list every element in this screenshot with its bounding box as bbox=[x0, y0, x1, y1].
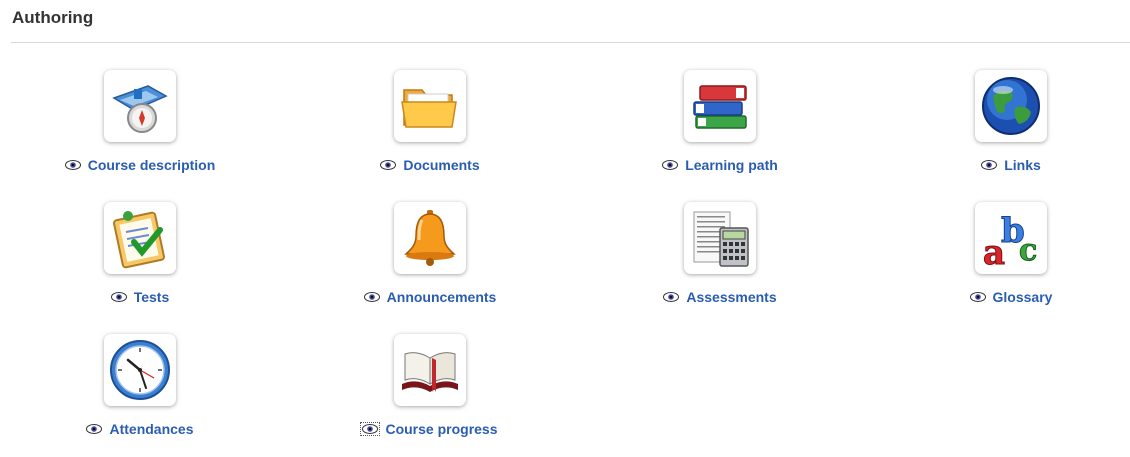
open-book-icon[interactable] bbox=[394, 334, 466, 406]
globe-icon[interactable] bbox=[975, 70, 1047, 142]
eye-icon[interactable] bbox=[360, 422, 381, 436]
tool-label[interactable]: Announcements bbox=[387, 289, 497, 305]
abc-icon[interactable]: a b c bbox=[975, 202, 1047, 274]
tool-label[interactable]: Documents bbox=[403, 157, 479, 173]
svg-text:c: c bbox=[1019, 233, 1037, 268]
clock-icon[interactable] bbox=[104, 334, 176, 406]
tool-label[interactable]: Attendances bbox=[109, 421, 193, 437]
eye-icon[interactable] bbox=[380, 160, 397, 170]
tool-documents[interactable]: Documents bbox=[285, 70, 575, 174]
tool-label[interactable]: Assessments bbox=[686, 289, 776, 305]
books-icon[interactable] bbox=[684, 70, 756, 142]
tool-assessments[interactable]: Assessments bbox=[575, 202, 865, 306]
folder-icon[interactable] bbox=[394, 70, 466, 142]
checklist-icon[interactable] bbox=[104, 202, 176, 274]
tool-links[interactable]: Links bbox=[866, 70, 1130, 174]
eye-icon[interactable] bbox=[363, 292, 380, 302]
tool-label[interactable]: Course description bbox=[88, 157, 216, 173]
eye-icon[interactable] bbox=[981, 160, 998, 170]
eye-icon[interactable] bbox=[663, 292, 680, 302]
tool-announcements[interactable]: Announcements bbox=[285, 202, 575, 306]
eye-icon[interactable] bbox=[64, 160, 81, 170]
tool-label[interactable]: Links bbox=[1004, 157, 1041, 173]
tool-tests[interactable]: Tests bbox=[0, 202, 285, 306]
course-description-icon[interactable] bbox=[104, 70, 176, 142]
tool-attendances[interactable]: Attendances bbox=[0, 334, 285, 438]
eye-icon[interactable] bbox=[86, 424, 103, 434]
tool-label[interactable]: Tests bbox=[134, 289, 170, 305]
tool-label[interactable]: Course progress bbox=[385, 421, 497, 437]
eye-icon[interactable] bbox=[662, 160, 679, 170]
section-title: Authoring bbox=[12, 8, 94, 27]
tool-label[interactable]: Glossary bbox=[993, 289, 1053, 305]
tool-glossary[interactable]: a b c Glossary bbox=[866, 202, 1130, 306]
section-divider bbox=[11, 42, 1130, 43]
eye-icon[interactable] bbox=[110, 292, 127, 302]
tool-course-description[interactable]: Course description bbox=[0, 70, 285, 174]
tool-learning-path[interactable]: Learning path bbox=[575, 70, 865, 174]
tool-label[interactable]: Learning path bbox=[685, 157, 778, 173]
tool-course-progress[interactable]: Course progress bbox=[285, 334, 575, 438]
bell-icon[interactable] bbox=[394, 202, 466, 274]
eye-icon[interactable] bbox=[969, 292, 986, 302]
calculator-icon[interactable] bbox=[684, 202, 756, 274]
